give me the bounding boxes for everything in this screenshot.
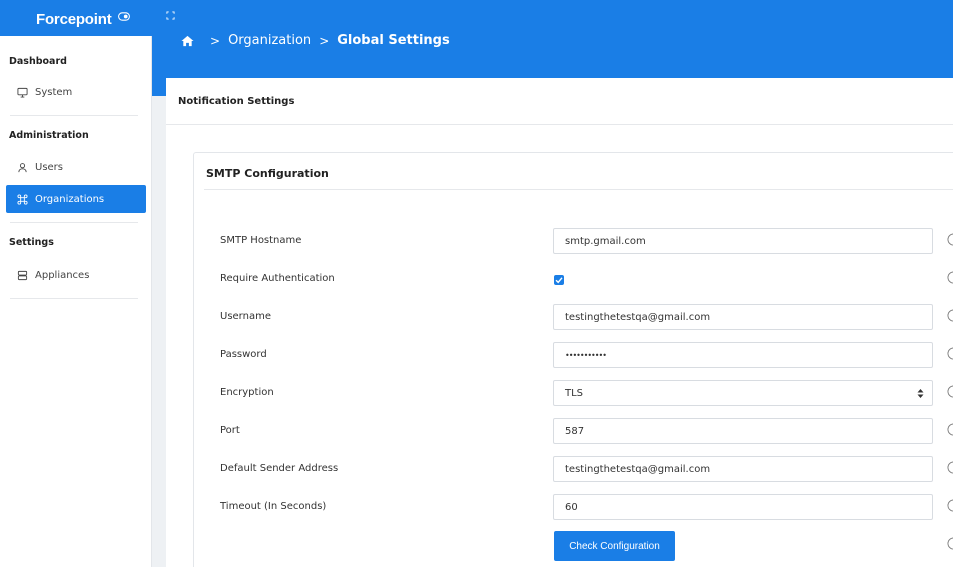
sidebar-item-organizations[interactable]: Organizations — [6, 185, 146, 213]
encryption-label: Encryption — [220, 387, 274, 398]
smtp-hostname-input[interactable]: smtp.gmail.com — [553, 228, 933, 254]
sidebar-item-label: Organizations — [35, 193, 105, 205]
timeout-label: Timeout (In Seconds) — [220, 501, 327, 512]
sidebar-item-users[interactable]: Users — [6, 153, 146, 181]
timeout-value: 60 — [565, 501, 578, 513]
home-icon[interactable] — [181, 35, 194, 47]
smtp-hostname-label: SMTP Hostname — [220, 235, 302, 246]
smtp-hostname-value: smtp.gmail.com — [565, 235, 646, 247]
info-icon[interactable] — [947, 233, 953, 246]
info-icon[interactable] — [947, 461, 953, 474]
sidebar-item-label: System — [35, 86, 73, 98]
command-icon — [17, 193, 28, 205]
password-label: Password — [220, 349, 267, 360]
info-icon[interactable] — [947, 309, 953, 322]
select-arrows-icon — [917, 389, 924, 398]
info-icon[interactable] — [947, 499, 953, 512]
sidebar-item-system[interactable]: System — [6, 78, 146, 106]
breadcrumb-separator: > — [319, 33, 330, 48]
brand-header: Forcepoint — [0, 8, 152, 36]
username-value: testingthetestqa@gmail.com — [565, 311, 711, 323]
port-label: Port — [220, 425, 240, 436]
breadcrumb-organization[interactable]: Organization — [228, 33, 311, 48]
sidebar-item-label: Users — [35, 161, 64, 173]
notification-settings-panel: Notification Settings SMTP Configuration… — [166, 78, 953, 567]
info-icon[interactable] — [947, 347, 953, 360]
checkmark-icon — [555, 277, 563, 284]
toggle-icon[interactable] — [118, 12, 130, 21]
sidebar-item-appliances[interactable]: Appliances — [6, 261, 146, 289]
breadcrumb-separator: > — [210, 33, 221, 48]
breadcrumb-current: Global Settings — [337, 33, 450, 48]
info-icon[interactable] — [947, 385, 953, 398]
info-icon[interactable] — [947, 271, 953, 284]
info-icon[interactable] — [947, 537, 953, 550]
card-divider — [204, 189, 953, 190]
username-label: Username — [220, 311, 271, 322]
port-input[interactable]: 587 — [553, 418, 933, 444]
timeout-input[interactable]: 60 — [553, 494, 933, 520]
username-input[interactable]: testingthetestqa@gmail.com — [553, 304, 933, 330]
sidebar-divider — [10, 222, 138, 223]
require-auth-label: Require Authentication — [220, 273, 335, 284]
sidebar-divider — [10, 115, 138, 116]
port-value: 587 — [565, 425, 585, 437]
password-value: ••••••••••• — [565, 350, 607, 360]
smtp-configuration-card: SMTP Configuration SMTP Hostname smtp.gm… — [193, 152, 953, 567]
encryption-value: TLS — [565, 387, 584, 399]
server-icon — [17, 270, 28, 280]
password-input[interactable]: ••••••••••• — [553, 342, 933, 368]
require-auth-checkbox[interactable] — [554, 275, 564, 285]
sidebar-divider — [10, 298, 138, 299]
info-icon[interactable] — [947, 423, 953, 436]
sidebar-item-label: Appliances — [35, 269, 90, 281]
breadcrumb: > Organization > Global Settings — [181, 33, 450, 48]
sidebar: Dashboard System Administration Users Or… — [0, 36, 152, 567]
sidebar-section-administration: Administration — [9, 130, 89, 141]
panel-header: Notification Settings — [166, 78, 953, 125]
sender-address-label: Default Sender Address — [220, 463, 339, 474]
sidebar-section-dashboard: Dashboard — [9, 56, 67, 67]
user-icon — [18, 162, 27, 172]
monitor-icon — [17, 87, 28, 98]
sender-address-value: testingthetestqa@gmail.com — [565, 463, 711, 475]
check-configuration-button[interactable]: Check Configuration — [554, 531, 675, 561]
panel-title: Notification Settings — [178, 96, 295, 107]
sender-address-input[interactable]: testingthetestqa@gmail.com — [553, 456, 933, 482]
expand-icon[interactable] — [166, 11, 175, 20]
card-title: SMTP Configuration — [206, 167, 329, 180]
forcepoint-logo[interactable]: Forcepoint — [36, 11, 112, 28]
encryption-select[interactable]: TLS — [553, 380, 933, 406]
sidebar-section-settings: Settings — [9, 237, 54, 248]
